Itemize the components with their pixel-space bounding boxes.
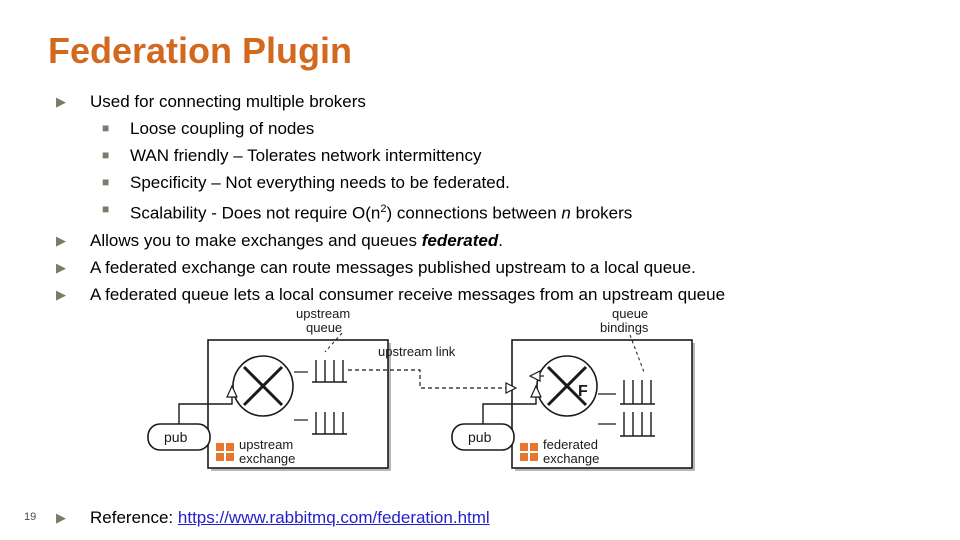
list-item: ▶ Allows you to make exchanges and queue… [48, 227, 928, 254]
slide: Federation Plugin ▶ Used for connecting … [0, 0, 960, 540]
list-item-label: Used for connecting multiple brokers [90, 92, 366, 111]
federated-prefix: Allows you to make exchanges and queues [90, 230, 422, 250]
queue-bindings-label-line2: bindings [600, 320, 649, 335]
reference-label: Reference: [90, 508, 178, 527]
triangle-bullet-icon: ▶ [56, 510, 66, 525]
upstream-link-label: upstream link [378, 344, 456, 359]
list-item-label-federated: Allows you to make exchanges and queues … [90, 227, 928, 254]
sub-list-item-label: Specificity – Not everything needs to be… [130, 173, 510, 192]
reference-row: ▶ Reference: https://www.rabbitmq.com/fe… [48, 504, 490, 531]
list-item-label: A federated exchange can route messages … [90, 257, 696, 277]
content-list: ▶ Used for connecting multiple brokers ■… [48, 88, 928, 308]
federated-exchange-label-line1: federated [543, 437, 598, 452]
sub-list-item-label: WAN friendly – Tolerates network intermi… [130, 146, 482, 165]
list-item: ▶ A federated queue lets a local consume… [48, 281, 928, 308]
square-bullet-icon: ■ [102, 121, 110, 135]
list-item-label: A federated queue lets a local consumer … [90, 284, 726, 304]
triangle-bullet-icon: ▶ [56, 232, 66, 248]
square-bullet-icon: ■ [102, 202, 110, 216]
sub-list-item: ■ Specificity – Not everything needs to … [48, 169, 928, 196]
page-title: Federation Plugin [48, 30, 353, 71]
federated-tail: . [498, 230, 503, 250]
slide-number: 19 [24, 511, 37, 523]
exchange-letter-label: F [578, 383, 588, 400]
triangle-bullet-icon: ▶ [56, 94, 66, 109]
sub-list-item-label: Loose coupling of nodes [130, 119, 315, 138]
federated-exchange-label-line2: exchange [543, 451, 599, 466]
sub-list-item-label-scalability: Scalability - Does not require O(n2) con… [130, 196, 928, 227]
reference-text: Reference: https://www.rabbitmq.com/fede… [90, 504, 490, 531]
pub-right-label: pub [468, 429, 492, 445]
triangle-bullet-icon: ▶ [56, 286, 66, 302]
list-item: ▶ A federated exchange can route message… [48, 254, 928, 281]
list-item: ▶ Used for connecting multiple brokers [48, 88, 928, 115]
upstream-queue-label-line2: queue [306, 320, 342, 335]
sub-list-item: ■ Scalability - Does not require O(n2) c… [48, 196, 928, 227]
upstream-exchange-label-line2: exchange [239, 451, 295, 466]
scalability-middle: ) connections between [386, 203, 562, 223]
square-bullet-icon: ■ [102, 175, 110, 189]
scalability-prefix: Scalability - Does not require O(n [130, 203, 381, 223]
reference-link[interactable]: https://www.rabbitmq.com/federation.html [178, 508, 490, 527]
pub-left-label: pub [164, 429, 188, 445]
sub-list-item: ■ WAN friendly – Tolerates network inter… [48, 142, 928, 169]
upstream-exchange-label-line1: upstream [239, 437, 293, 452]
sub-list-item: ■ Loose coupling of nodes [48, 115, 928, 142]
square-bullet-icon: ■ [102, 148, 110, 162]
scalability-italic-n: n [561, 203, 571, 223]
federated-emphasis: federated [421, 230, 499, 250]
scalability-suffix: brokers [570, 203, 633, 223]
triangle-bullet-icon: ▶ [56, 259, 66, 275]
federation-diagram: F pub pub upstream queue queue bindings … [120, 308, 760, 488]
